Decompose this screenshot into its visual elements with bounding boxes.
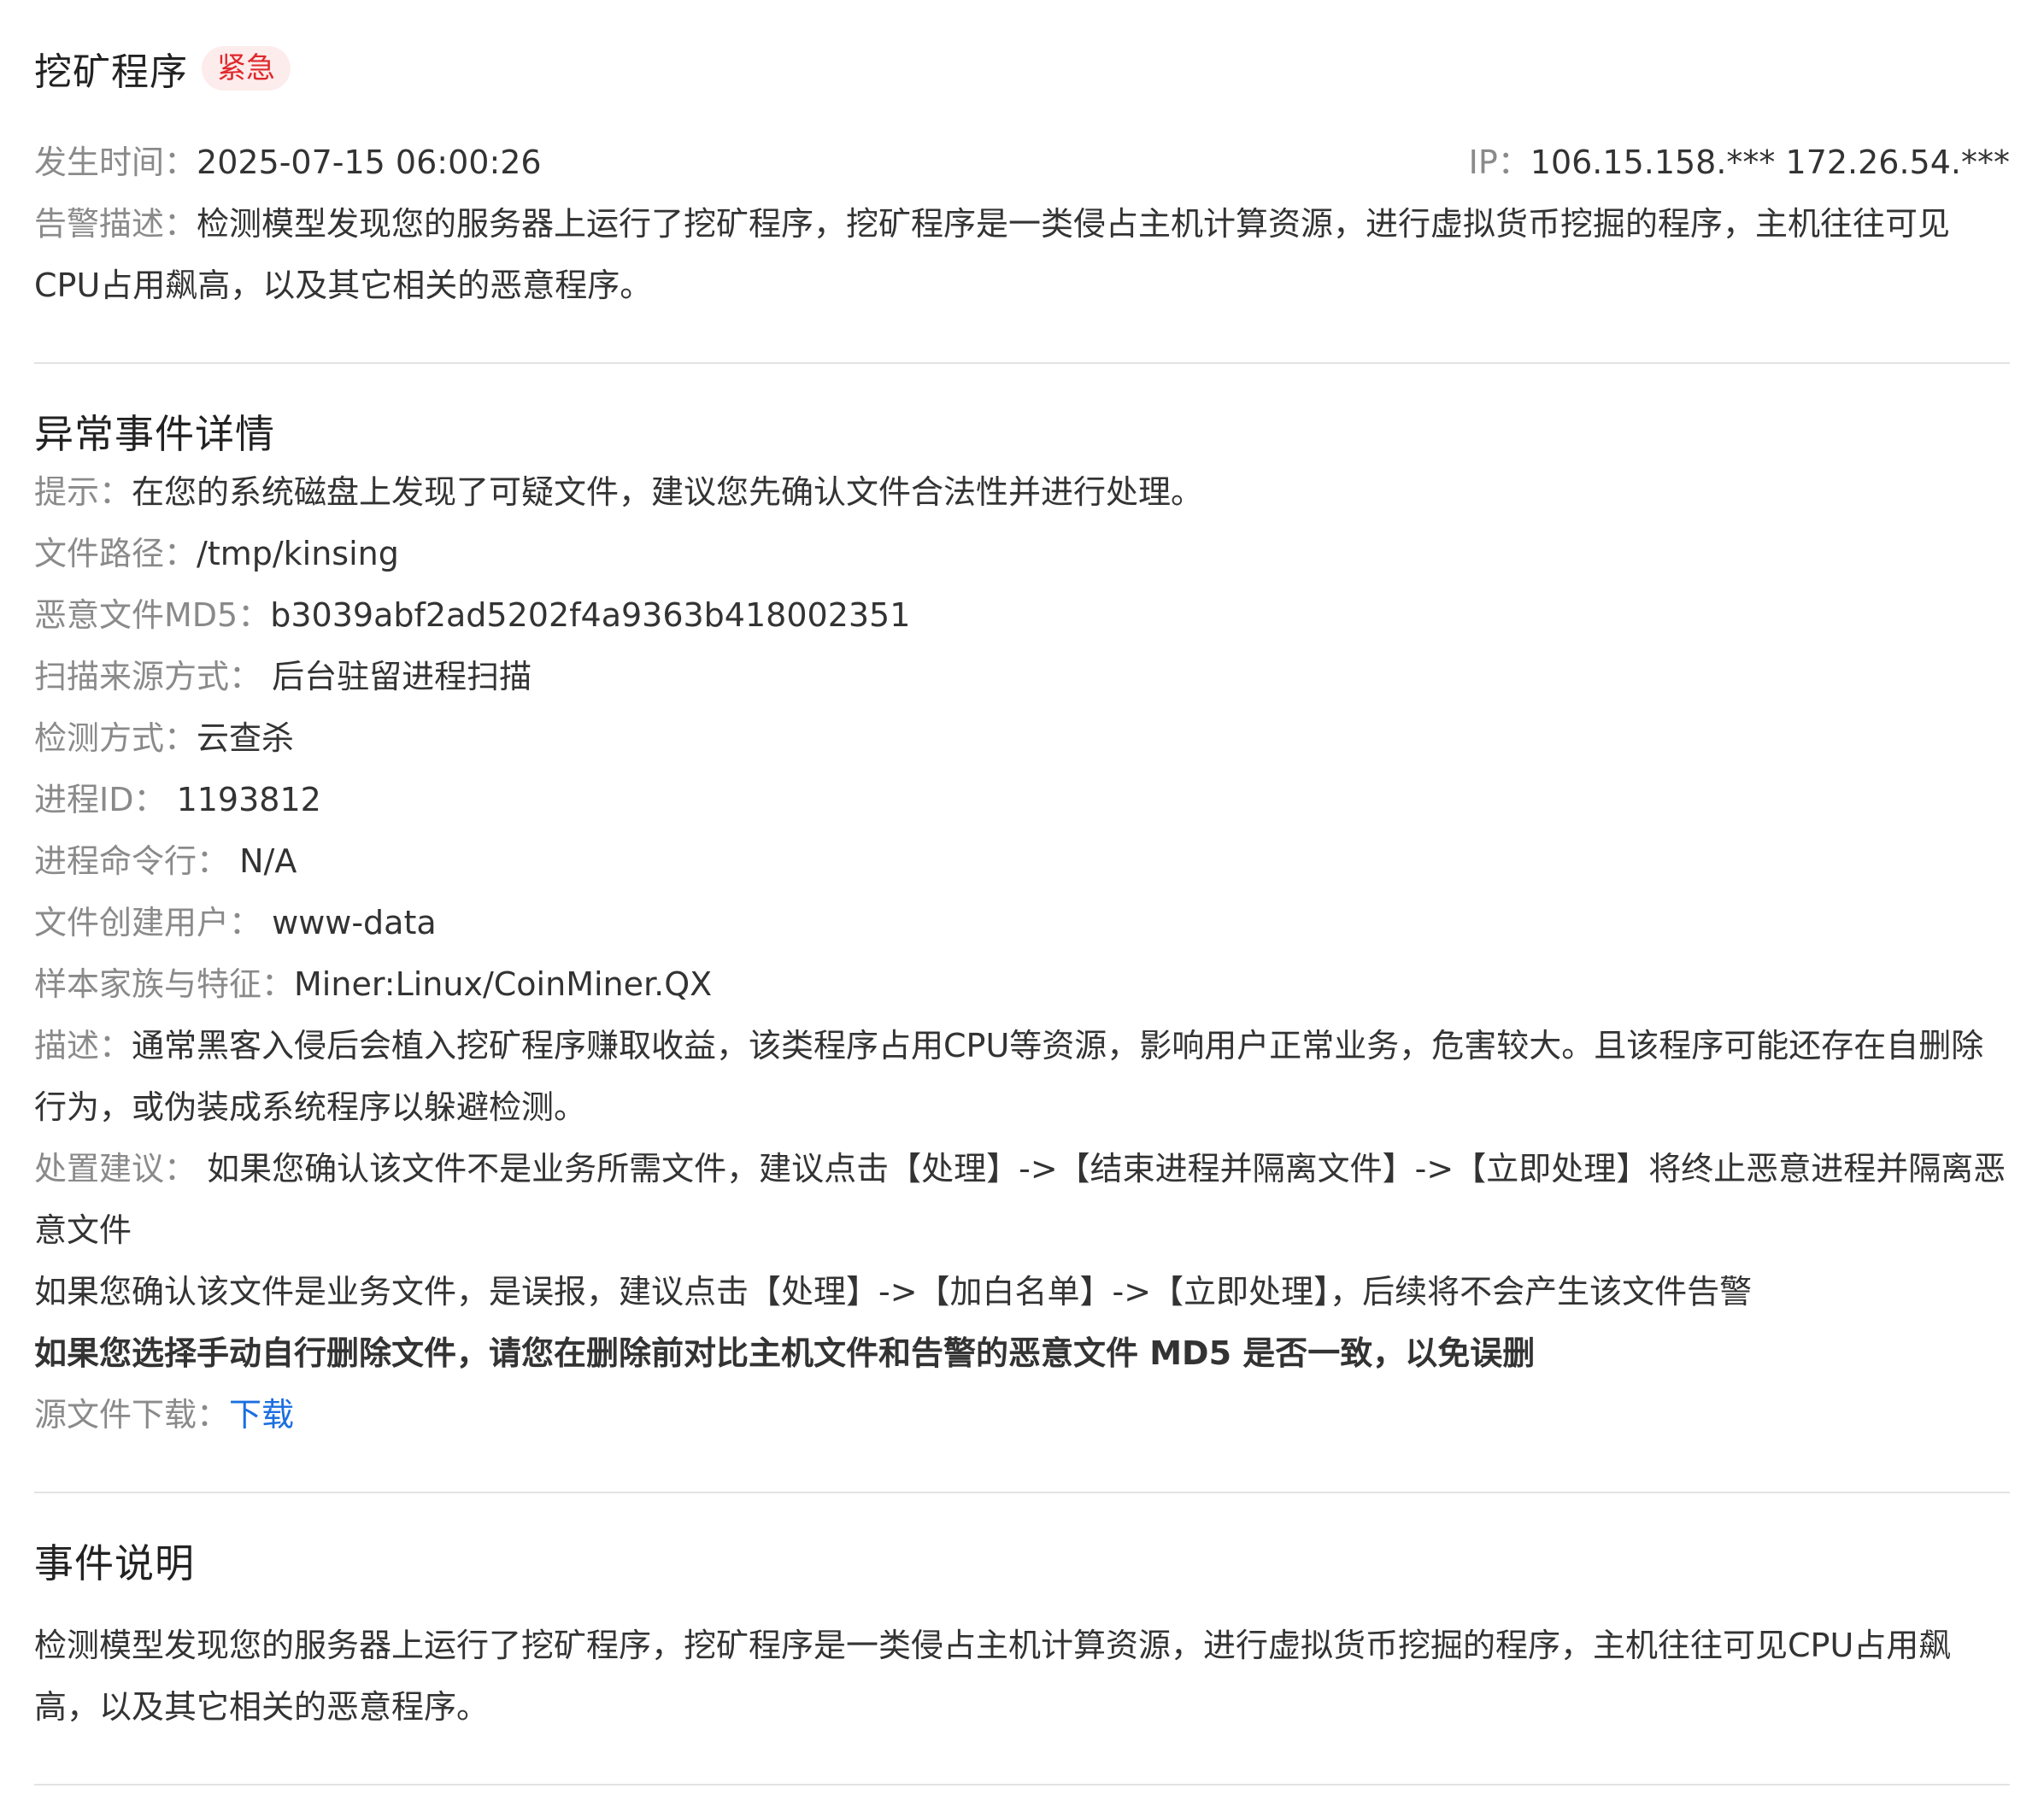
time-value: 2025-07-15 06:00:26 <box>197 144 542 181</box>
file-creator-value: www-data <box>272 904 437 941</box>
detection-method-label: 检测方式： <box>34 719 197 757</box>
sample-family-value: Miner:Linux/CoinMiner.QX <box>294 965 713 1003</box>
sample-family-label: 样本家族与特征： <box>34 965 295 1003</box>
alert-title: 挖矿程序 <box>34 50 188 94</box>
process-id-value: 1193812 <box>176 781 321 818</box>
divider <box>34 1492 2010 1493</box>
threat-description: 描述：通常黑客入侵后会植入挖矿程序赚取收益，该类程序占用CPU等资源，影响用户正… <box>34 1015 2013 1138</box>
process-id-row: 进程ID： 1193812 <box>34 769 2010 830</box>
command-line-label: 进程命令行： <box>34 842 230 880</box>
false-positive-advice: 如果您确认该文件是业务文件，是误报，建议点击【处理】->【加白名单】->【立即处… <box>34 1261 2010 1322</box>
alert-description-value: 检测模型发现您的服务器上运行了挖矿程序，挖矿程序是一类侵占主机计算资源，进行虚拟… <box>34 205 1951 304</box>
details-section-title: 异常事件详情 <box>34 411 275 457</box>
time-label: 发生时间： <box>34 144 197 181</box>
tip-label: 提示： <box>34 473 132 511</box>
divider <box>34 362 2010 364</box>
manual-delete-warning: 如果您选择手动自行删除文件，请您在删除前对比主机文件和告警的恶意文件 MD5 是… <box>34 1322 2010 1384</box>
ip-value: 106.15.158.*** 172.26.54.*** <box>1530 144 2010 181</box>
process-id-label: 进程ID： <box>34 781 167 818</box>
file-creator-row: 文件创建用户： www-data <box>34 892 2010 953</box>
scan-source-label: 扫描来源方式： <box>34 658 262 695</box>
download-link[interactable]: 下载 <box>229 1396 294 1434</box>
command-line-value: N/A <box>239 842 297 880</box>
event-explanation: 检测模型发现您的服务器上运行了挖矿程序，挖矿程序是一类侵占主机计算资源，进行虚拟… <box>34 1615 2013 1738</box>
event-explanation-text: 检测模型发现您的服务器上运行了挖矿程序，挖矿程序是一类侵占主机计算资源，进行虚拟… <box>34 1627 1952 1726</box>
alert-description: 告警描述：检测模型发现您的服务器上运行了挖矿程序，挖矿程序是一类侵占主机计算资源… <box>34 193 2013 316</box>
md5-label: 恶意文件MD5： <box>34 596 271 634</box>
source-download-label: 源文件下载： <box>34 1396 230 1434</box>
source-download-row: 源文件下载：下载 <box>34 1384 2010 1445</box>
md5-row: 恶意文件MD5：b3039abf2ad5202f4a9363b418002351 <box>34 584 2010 646</box>
threat-description-value: 通常黑客入侵后会植入挖矿程序赚取收益，该类程序占用CPU等资源，影响用户正常业务… <box>34 1027 1984 1126</box>
false-positive-advice-text: 如果您确认该文件是业务文件，是误报，建议点击【处理】->【加白名单】->【立即处… <box>34 1273 1753 1311</box>
threat-description-label: 描述： <box>34 1027 132 1064</box>
detection-method-row: 检测方式：云查杀 <box>34 707 2010 769</box>
occurrence-time: 发生时间：2025-07-15 06:00:26 <box>34 132 542 193</box>
tip-row: 提示：在您的系统磁盘上发现了可疑文件，建议您先确认文件合法性并进行处理。 <box>34 461 2010 523</box>
file-path-value: /tmp/kinsing <box>197 535 399 572</box>
tip-value: 在您的系统磁盘上发现了可疑文件，建议您先确认文件合法性并进行处理。 <box>132 473 1204 511</box>
ip-info: IP：106.15.158.*** 172.26.54.*** <box>1469 132 2010 193</box>
scan-source-row: 扫描来源方式： 后台驻留进程扫描 <box>34 646 2010 707</box>
remediation-advice-label: 处置建议： <box>34 1150 197 1187</box>
severity-badge: 紧急 <box>202 46 291 91</box>
detection-method-value: 云查杀 <box>197 719 295 757</box>
explanation-section-title: 事件说明 <box>34 1540 195 1586</box>
manual-delete-warning-text: 如果您选择手动自行删除文件，请您在删除前对比主机文件和告警的恶意文件 MD5 是… <box>34 1334 1536 1372</box>
command-line-row: 进程命令行： N/A <box>34 830 2010 892</box>
ip-label: IP： <box>1468 144 1530 181</box>
sample-family-row: 样本家族与特征：Miner:Linux/CoinMiner.QX <box>34 953 2010 1015</box>
alert-header: 挖矿程序 紧急 <box>34 0 2010 99</box>
divider <box>34 1784 2010 1785</box>
alert-detail-page: 挖矿程序 紧急 发生时间：2025-07-15 06:00:26 IP：106.… <box>0 0 2044 1806</box>
file-path-label: 文件路径： <box>34 535 197 572</box>
remediation-advice: 处置建议： 如果您确认该文件不是业务所需文件，建议点击【处理】->【结束进程并隔… <box>34 1138 2013 1261</box>
file-path-row: 文件路径：/tmp/kinsing <box>34 523 2010 584</box>
scan-source-value: 后台驻留进程扫描 <box>272 658 532 695</box>
md5-value: b3039abf2ad5202f4a9363b418002351 <box>270 596 911 634</box>
meta-row: 发生时间：2025-07-15 06:00:26 IP：106.15.158.*… <box>34 132 2010 193</box>
remediation-advice-value: 如果您确认该文件不是业务所需文件，建议点击【处理】->【结束进程并隔离文件】->… <box>34 1150 2006 1249</box>
alert-description-label: 告警描述： <box>34 205 197 243</box>
file-creator-label: 文件创建用户： <box>34 904 262 941</box>
